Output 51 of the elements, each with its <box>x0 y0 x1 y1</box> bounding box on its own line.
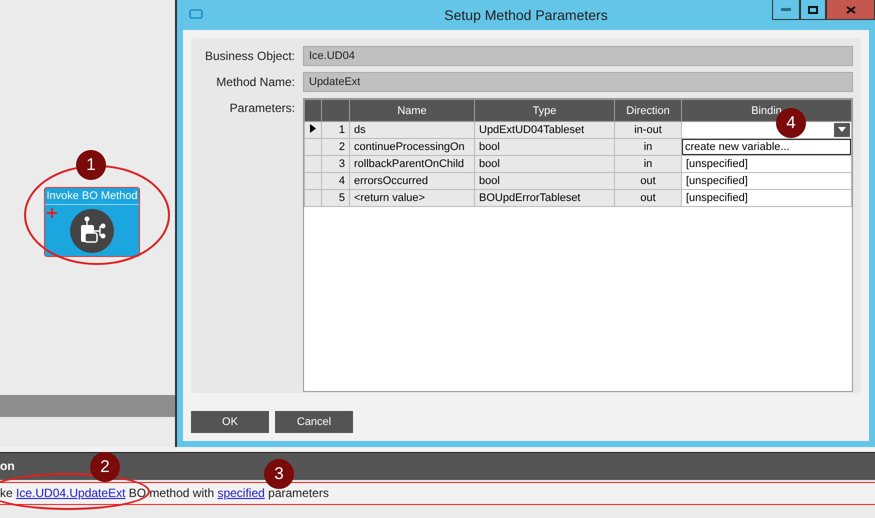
action-description: ke Ice.UD04.UpdateExt BO method with specified parameters <box>0 486 329 500</box>
table-cell: out <box>614 190 682 206</box>
minimize-button[interactable] <box>772 0 800 20</box>
text-field[interactable]: UpdateExt <box>303 72 853 92</box>
column-header[interactable]: Direction <box>614 100 682 122</box>
table-cell: out <box>614 172 682 190</box>
table-cell: <return value> <box>350 190 474 206</box>
table-cell: in <box>614 156 682 172</box>
caret-icon[interactable] <box>834 122 850 136</box>
table-cell: [unspecified] <box>682 156 852 172</box>
table-cell: bool <box>474 172 614 190</box>
maximize-button[interactable] <box>800 0 826 20</box>
text-field[interactable]: Ice.UD04 <box>303 46 853 66</box>
step-badge: 1 <box>76 150 106 180</box>
table-cell: in-out <box>614 122 682 138</box>
table-cell: errorsOccurred <box>350 172 474 190</box>
field-label: Parameters: <box>228 100 295 117</box>
row-number: 1 <box>322 122 350 138</box>
window-icon <box>189 9 203 19</box>
plus-icon <box>47 208 57 218</box>
table-cell: UpdExtUD04Tableset <box>474 122 614 138</box>
window-title: Setup Method Parameters <box>443 7 609 23</box>
parameter-link[interactable]: specified <box>217 486 265 500</box>
parameter-link[interactable]: Ice.UD04.UpdateExt <box>16 486 126 500</box>
table-cell: continueProcessingOn <box>350 138 474 156</box>
maximize-icon <box>808 6 818 14</box>
row-pointer-icon <box>310 124 316 133</box>
dropdown-option[interactable]: create new variable... <box>682 140 850 154</box>
ok-button[interactable]: OK <box>191 411 269 433</box>
robot-icon <box>70 209 114 253</box>
row-number: 4 <box>322 172 350 190</box>
table-cell: [unspecified] <box>682 172 852 190</box>
node-title: Invoke BO Method <box>45 188 139 205</box>
field-label: Method Name: <box>215 74 295 91</box>
column-header[interactable]: Name <box>350 100 474 122</box>
table-cell: bool <box>474 156 614 172</box>
table-cell: bool <box>474 138 614 156</box>
field-label: Business Object: <box>204 48 295 65</box>
close-icon <box>846 6 856 14</box>
row-number: 3 <box>322 156 350 172</box>
table-cell: in <box>614 138 682 156</box>
table-cell: BOUpdErrorTableset <box>474 190 614 206</box>
close-button[interactable] <box>826 0 875 20</box>
column-header[interactable]: Type <box>474 100 614 122</box>
row-number: 2 <box>322 138 350 156</box>
minimize-icon <box>781 8 791 11</box>
table-cell: ds <box>350 122 474 138</box>
row-number: 5 <box>322 190 350 206</box>
table-cell: rollbackParentOnChild <box>350 156 474 172</box>
table-cell: [unspecified] <box>682 190 852 206</box>
cancel-button[interactable]: Cancel <box>275 411 353 433</box>
